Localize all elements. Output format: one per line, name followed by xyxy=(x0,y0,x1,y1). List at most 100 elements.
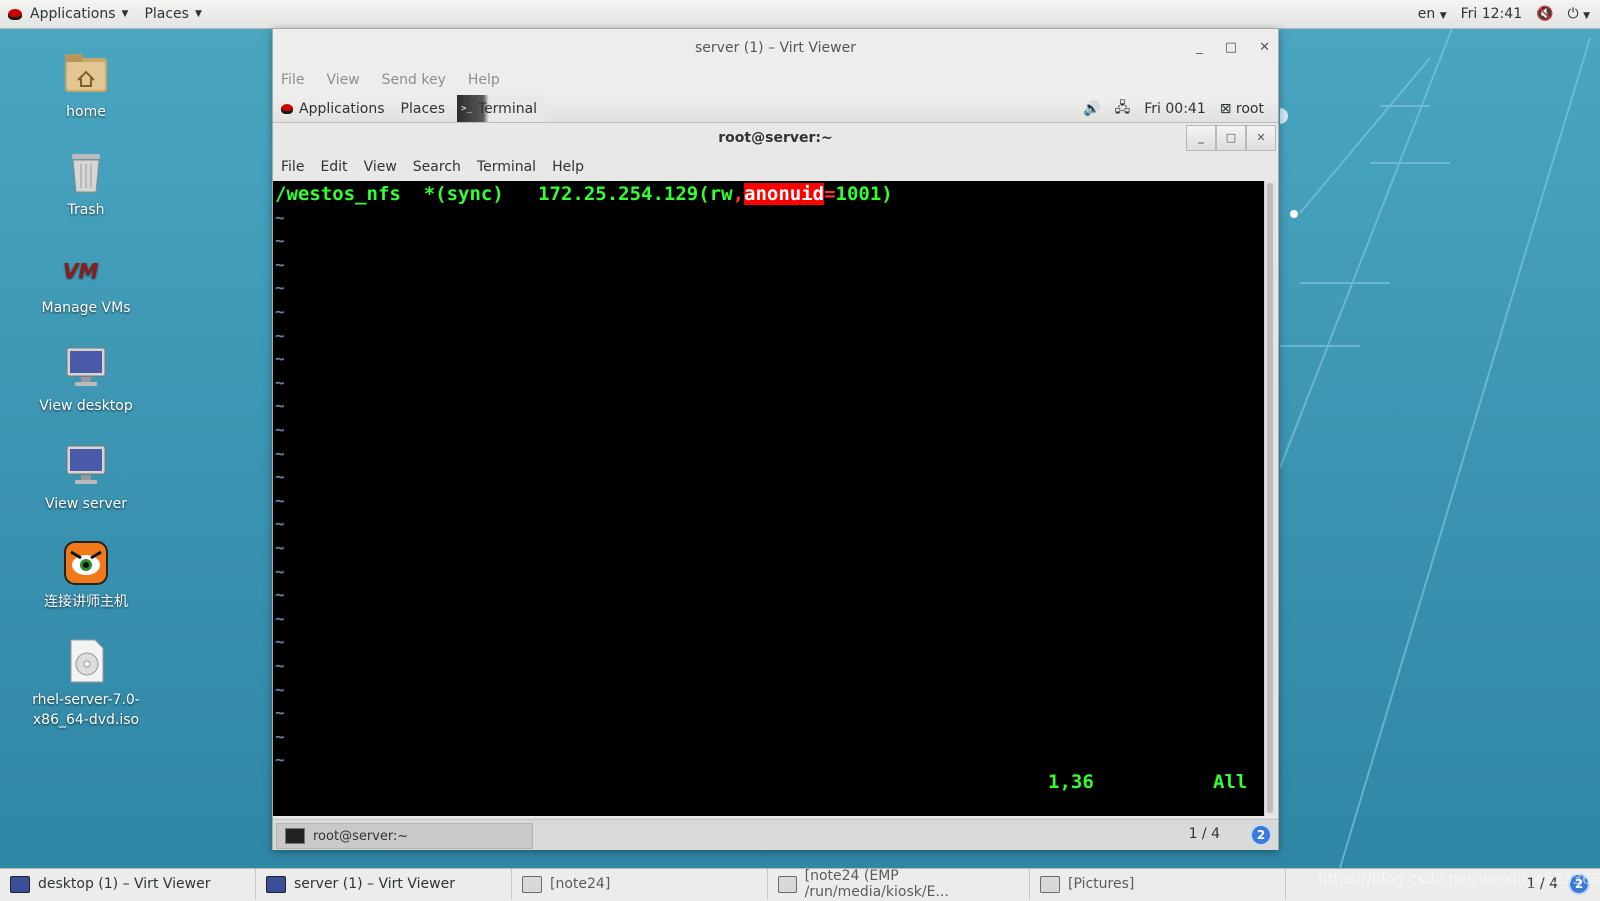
guest-display[interactable]: Applications Places >_ Terminal 🔊 🖧 Fri … xyxy=(273,95,1278,850)
menu-file[interactable]: File xyxy=(281,159,304,175)
vim-empty-line-tilde: ~ xyxy=(275,207,285,227)
desktop-icon-manage-vms[interactable]: VM Manage VMs xyxy=(16,246,156,318)
task-server-virt-viewer[interactable]: server (1) – Virt Viewer xyxy=(256,869,512,899)
task-note24-editor[interactable]: [note24 (EMP /run/media/kiosk/E... xyxy=(768,868,1030,900)
window-titlebar[interactable]: server (1) – Virt Viewer _ □ ✕ xyxy=(273,29,1278,67)
search-highlight: anonuid xyxy=(744,183,825,205)
guest-clock[interactable]: Fri 00:41 xyxy=(1144,101,1205,117)
volume-muted-icon[interactable]: 🔇 xyxy=(1536,6,1553,22)
power-icon[interactable]: ⏻ ▼ xyxy=(1568,6,1590,22)
vim-empty-line-tilde: ~ xyxy=(275,656,285,675)
chevron-down-icon: ▼ xyxy=(194,9,202,19)
task-pictures[interactable]: [Pictures] xyxy=(1030,869,1286,899)
menu-terminal[interactable]: Terminal xyxy=(477,159,536,175)
vim-empty-line-tilde: ~ xyxy=(275,514,285,534)
guest-applications-menu[interactable]: Applications xyxy=(273,101,393,117)
terminal-titlebar[interactable]: root@server:~ _ □ ✕ xyxy=(273,123,1278,153)
network-icon[interactable]: 🖧 xyxy=(1115,97,1131,121)
task-note24[interactable]: [note24] xyxy=(512,869,768,899)
guest-terminal-tab[interactable]: >_ Terminal xyxy=(457,95,546,122)
terminal-title: root@server:~ xyxy=(718,130,833,146)
close-button[interactable]: ✕ xyxy=(1259,29,1270,67)
volume-icon[interactable]: 🔊 xyxy=(1083,101,1100,117)
desktop-icon-trash[interactable]: Trash xyxy=(16,148,156,220)
desktop-icon-view-server[interactable]: View server xyxy=(16,442,156,514)
home-folder-icon xyxy=(63,50,109,96)
vim-cursor-position: 1,36 xyxy=(1048,771,1094,793)
vim-empty-line-tilde: ~ xyxy=(275,278,285,298)
exports-line: /westos_nfs *(sync) 172.25.254.129(rw,an… xyxy=(275,183,893,205)
notification-badge[interactable]: 2 xyxy=(1250,824,1272,846)
desktop-icon-rhel-iso[interactable]: rhel-server-7.0-x86_64-dvd.iso xyxy=(16,638,156,730)
menu-help[interactable]: Help xyxy=(552,159,584,175)
trash-icon xyxy=(63,148,109,194)
guest-task-terminal[interactable]: root@server:~ xyxy=(276,823,533,849)
vim-empty-line-tilde: ~ xyxy=(275,254,285,274)
virt-viewer-window: server (1) – Virt Viewer _ □ ✕ File View… xyxy=(272,28,1279,850)
desktop-icon-view-desktop[interactable]: View desktop xyxy=(16,344,156,416)
vim-empty-line-tilde: ~ xyxy=(275,231,285,251)
vim-empty-line-tilde: ~ xyxy=(275,679,285,699)
redhat-logo-icon xyxy=(8,8,22,20)
menu-search[interactable]: Search xyxy=(413,159,461,175)
desktop-decoration xyxy=(1280,28,1591,868)
applications-menu[interactable]: Applications ▼ xyxy=(0,0,136,28)
vim-empty-line-tilde: ~ xyxy=(275,490,285,510)
vim-empty-line-tilde: ~ xyxy=(275,349,285,369)
vim-empty-line-tilde: ~ xyxy=(275,467,285,487)
maximize-button[interactable]: □ xyxy=(1225,29,1237,67)
vim-empty-line-tilde: ~ xyxy=(275,396,285,416)
disc-image-icon xyxy=(63,638,109,684)
vim-empty-line-tilde: ~ xyxy=(275,585,285,605)
chevron-down-icon: ▼ xyxy=(121,9,129,19)
guest-bottom-bar: root@server:~ 1 / 4 2 xyxy=(273,819,1278,850)
guest-places-menu[interactable]: Places xyxy=(393,101,454,117)
menu-view[interactable]: View xyxy=(326,72,359,88)
task-desktop-virt-viewer[interactable]: desktop (1) – Virt Viewer xyxy=(0,869,256,899)
close-button[interactable]: ✕ xyxy=(1246,125,1276,151)
vim-empty-line-tilde: ~ xyxy=(275,561,285,581)
places-menu[interactable]: Places ▼ xyxy=(136,0,209,28)
workspace-pager[interactable]: 1 / 4 xyxy=(1189,826,1220,842)
folder-icon xyxy=(1040,875,1060,893)
menu-send-key[interactable]: Send key xyxy=(382,72,446,88)
vim-empty-line-tilde: ~ xyxy=(275,726,285,746)
monitor-icon xyxy=(63,442,109,488)
vim-scroll-indicator: All xyxy=(1213,771,1248,793)
clock[interactable]: Fri 12:41 xyxy=(1461,6,1522,22)
scrollbar-thumb[interactable] xyxy=(1267,183,1273,813)
terminal-menubar: File Edit View Search Terminal Help xyxy=(273,153,1278,181)
terminal-window: root@server:~ _ □ ✕ File Edit View Searc… xyxy=(273,123,1278,818)
desktop-icon-connect-teacher[interactable]: 连接讲师主机 xyxy=(16,540,156,612)
window-title: server (1) – Virt Viewer xyxy=(695,40,856,56)
minimize-button[interactable]: _ xyxy=(1196,29,1203,67)
vim-empty-line-tilde: ~ xyxy=(275,632,285,652)
watermark: https://blog.csdn.net/weixin_45233652 xyxy=(1318,870,1600,888)
guest-top-bar: Applications Places >_ Terminal 🔊 🖧 Fri … xyxy=(273,95,1278,123)
monitor-icon xyxy=(10,875,30,893)
vim-empty-line-tilde: ~ xyxy=(275,325,285,345)
vim-empty-line-tilde: ~ xyxy=(275,443,285,463)
language-selector[interactable]: en ▼ xyxy=(1418,6,1447,22)
terminal-scrollbar[interactable] xyxy=(1264,181,1276,816)
monitor-icon xyxy=(266,875,286,893)
minimize-button[interactable]: _ xyxy=(1186,125,1216,151)
vim-empty-line-tilde: ~ xyxy=(275,420,285,439)
vim-empty-line-tilde: ~ xyxy=(275,302,285,321)
terminal-screen[interactable]: /westos_nfs *(sync) 172.25.254.129(rw,an… xyxy=(273,181,1265,816)
text-editor-icon xyxy=(778,875,797,893)
terminal-icon: >_ xyxy=(461,103,472,114)
menu-help[interactable]: Help xyxy=(468,72,500,88)
menu-file[interactable]: File xyxy=(281,72,304,88)
user-icon: ⊠ xyxy=(1219,100,1232,117)
maximize-button[interactable]: □ xyxy=(1216,125,1246,151)
menu-edit[interactable]: Edit xyxy=(320,159,347,175)
desktop-icon-home[interactable]: home xyxy=(16,50,156,122)
host-top-bar: Applications ▼ Places ▼ en ▼ Fri 12:41 🔇… xyxy=(0,0,1600,29)
vim-empty-line-tilde: ~ xyxy=(275,750,285,770)
user-menu[interactable]: ⊠ root xyxy=(1220,101,1264,117)
tiger-logo-icon xyxy=(63,540,109,586)
menu-view[interactable]: View xyxy=(364,159,397,175)
redhat-logo-icon xyxy=(281,103,293,114)
virt-manager-icon: VM xyxy=(63,246,109,292)
